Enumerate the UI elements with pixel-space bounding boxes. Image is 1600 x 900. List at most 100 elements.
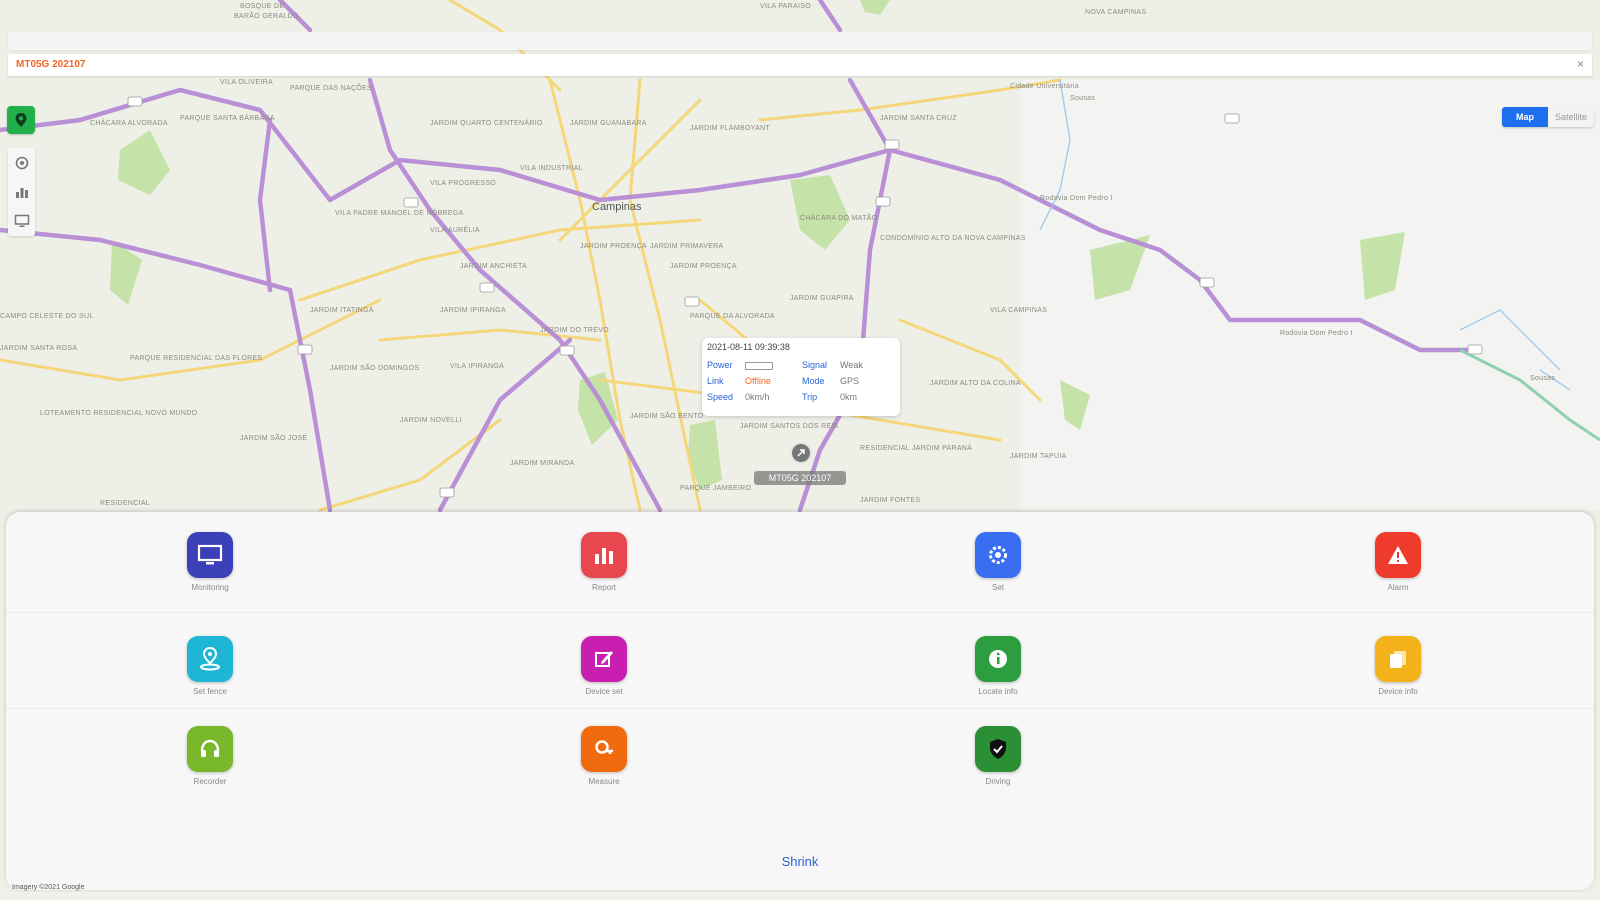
arrow-icon: [797, 449, 805, 457]
svg-text:VILA CAMPINAS: VILA CAMPINAS: [990, 307, 1047, 314]
vehicle-marker[interactable]: [790, 442, 812, 464]
svg-text:PARQUE SANTA BÁRBARA: PARQUE SANTA BÁRBARA: [180, 113, 275, 122]
monitor-icon: [14, 214, 29, 227]
menu-item-monitoring[interactable]: Monitoring: [150, 532, 270, 592]
svg-text:JARDIM SÃO DOMINGOS: JARDIM SÃO DOMINGOS: [330, 363, 419, 372]
map-pin-icon: [15, 113, 27, 127]
svg-text:JARDIM PROENÇA: JARDIM PROENÇA: [670, 263, 737, 270]
svg-text:JARDIM GUANABARA: JARDIM GUANABARA: [570, 120, 647, 127]
svg-text:Campinas: Campinas: [592, 201, 642, 213]
svg-text:JARDIM ALTO DA COLINA: JARDIM ALTO DA COLINA: [930, 380, 1021, 387]
menu-item-driving[interactable]: Driving: [938, 726, 1058, 786]
menu-label: Report: [591, 583, 616, 592]
menu-label: Driving: [985, 777, 1011, 786]
svg-text:JARDIM NOVELLI: JARDIM NOVELLI: [400, 417, 462, 424]
svg-text:JARDIM FONTES: JARDIM FONTES: [860, 497, 920, 504]
shrink-button[interactable]: Shrink: [750, 854, 850, 869]
svg-text:CHÁCARA ALVORADA: CHÁCARA ALVORADA: [90, 118, 168, 127]
svg-text:VILA PADRE MANOEL DE NÓBREGA: VILA PADRE MANOEL DE NÓBREGA: [335, 208, 464, 217]
device-name[interactable]: MT05G 202107: [16, 59, 86, 70]
signal-value: Weak: [840, 360, 863, 370]
menu-item-set-fence[interactable]: Set fence: [150, 636, 270, 696]
svg-text:JARDIM TAPUIA: JARDIM TAPUIA: [1010, 453, 1067, 460]
signal-label: Signal: [802, 360, 828, 370]
menu-item-device-set[interactable]: Device set: [544, 636, 664, 696]
marker-label: MT05G 202107: [754, 471, 846, 485]
menu-label: Recorder: [193, 777, 227, 786]
menu-item-report[interactable]: Report: [544, 532, 664, 592]
svg-text:VILA AURÉLIA: VILA AURÉLIA: [430, 225, 480, 234]
map-type-satellite-button[interactable]: Satellite: [1548, 107, 1594, 127]
map-attribution: Imagery ©2021 Google: [12, 884, 85, 891]
power-label: Power: [707, 360, 733, 370]
menu-label: Locate info: [978, 687, 1018, 696]
trip-label: Trip: [802, 392, 818, 402]
top-strip: [8, 32, 1592, 50]
monitor-button[interactable]: [8, 206, 35, 235]
svg-text:JARDIM FLAMBOYANT: JARDIM FLAMBOYANT: [690, 125, 770, 132]
popup-time: 2021-08-11 09:39:38: [707, 342, 790, 352]
battery-icon: [745, 362, 773, 370]
bottom-strip: [0, 892, 1600, 900]
settings-button[interactable]: [8, 148, 35, 177]
link-label: Link: [707, 376, 724, 386]
device-info-popup: 2021-08-11 09:39:38 Power Signal Weak Li…: [702, 338, 900, 416]
report-button[interactable]: [8, 177, 35, 206]
svg-text:Sousas: Sousas: [1070, 95, 1095, 102]
svg-text:JARDIM MIRANDA: JARDIM MIRANDA: [510, 460, 575, 467]
monitor-icon: [187, 532, 233, 578]
cards-icon: [1375, 636, 1421, 682]
info-icon: [975, 636, 1021, 682]
svg-text:BARÃO GERALDO: BARÃO GERALDO: [234, 11, 299, 20]
svg-text:RESIDENCIAL: RESIDENCIAL: [100, 500, 150, 507]
menu-label: Device info: [1378, 687, 1418, 696]
svg-text:JARDIM SÃO BENTO: JARDIM SÃO BENTO: [630, 411, 704, 420]
mode-value: GPS: [840, 376, 860, 386]
svg-text:CAMPO CELESTE DO SUL: CAMPO CELESTE DO SUL: [0, 313, 94, 320]
svg-text:PARQUE DA ALVORADA: PARQUE DA ALVORADA: [690, 313, 775, 320]
divider: [6, 612, 1594, 613]
menu-label: Set fence: [193, 687, 227, 696]
gear-icon: [975, 532, 1021, 578]
svg-text:JARDIM SANTOS DOS REIS: JARDIM SANTOS DOS REIS: [740, 423, 839, 430]
trip-value: 0km: [840, 392, 858, 402]
locate-button[interactable]: [7, 106, 35, 134]
svg-text:JARDIM GUAPIRA: JARDIM GUAPIRA: [790, 295, 854, 302]
popup-row: Link Offline Mode GPS: [707, 376, 897, 386]
menu-item-device-info[interactable]: Device info: [1338, 636, 1458, 696]
function-panel: Monitoring Report Set Alarm Set fence De…: [6, 512, 1594, 890]
menu-item-recorder[interactable]: Recorder: [150, 726, 270, 786]
menu-item-set[interactable]: Set: [938, 532, 1058, 592]
svg-text:JARDIM SANTA ROSA: JARDIM SANTA ROSA: [0, 345, 77, 352]
svg-text:Cidade Universitária: Cidade Universitária: [1010, 83, 1079, 90]
popup-row: Power Signal Weak: [707, 360, 897, 370]
svg-text:Sousas: Sousas: [1530, 375, 1555, 382]
svg-text:VILA OLIVEIRA: VILA OLIVEIRA: [220, 79, 273, 86]
shield-check-icon: [975, 726, 1021, 772]
bar-chart-icon: [581, 532, 627, 578]
svg-text:JARDIM IPIRANGA: JARDIM IPIRANGA: [440, 307, 506, 314]
menu-item-alarm[interactable]: Alarm: [1338, 532, 1458, 592]
svg-text:PARQUE JAMBEIRO: PARQUE JAMBEIRO: [680, 485, 752, 492]
mode-label: Mode: [802, 376, 825, 386]
location-pin-icon: [187, 636, 233, 682]
svg-text:JARDIM ITATINGA: JARDIM ITATINGA: [310, 307, 374, 314]
svg-text:JARDIM DO TREVO: JARDIM DO TREVO: [540, 327, 609, 334]
menu-item-locate-info[interactable]: Locate info: [938, 636, 1058, 696]
svg-text:LOTEAMENTO RESIDENCIAL NOVO MU: LOTEAMENTO RESIDENCIAL NOVO MUNDO: [40, 410, 198, 417]
menu-label: Set: [991, 583, 1004, 592]
svg-text:VILA PARAISO: VILA PARAISO: [760, 3, 811, 10]
device-bar: MT05G 202107 ×: [8, 54, 1592, 76]
svg-text:JARDIM PRIMAVERA: JARDIM PRIMAVERA: [650, 243, 724, 250]
menu-item-measure[interactable]: Measure: [544, 726, 664, 786]
search-key-icon: [581, 726, 627, 772]
map-type-map-button[interactable]: Map: [1502, 107, 1548, 127]
svg-text:JARDIM ANCHIETA: JARDIM ANCHIETA: [460, 263, 527, 270]
close-icon[interactable]: ×: [1577, 57, 1584, 71]
svg-text:NOVA CAMPINAS: NOVA CAMPINAS: [1085, 9, 1146, 16]
menu-label: Device set: [585, 687, 623, 696]
svg-text:BOSQUE DE: BOSQUE DE: [240, 3, 284, 10]
svg-text:JARDIM SÃO JOSÉ: JARDIM SÃO JOSÉ: [240, 433, 308, 442]
menu-label: Monitoring: [191, 583, 229, 592]
map-type-toggle: Map Satellite: [1502, 107, 1594, 127]
